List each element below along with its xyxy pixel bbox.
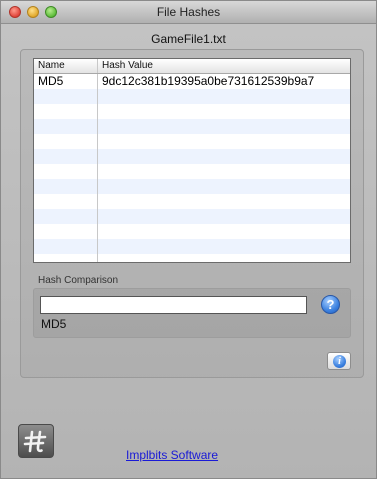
table-header: Name Hash Value (34, 59, 350, 74)
table-row[interactable] (34, 164, 350, 179)
help-icon[interactable]: ? (321, 295, 340, 314)
hash-logo-glyph (23, 430, 47, 453)
row-name-cell (34, 209, 98, 224)
table-row[interactable] (34, 224, 350, 239)
company-link[interactable]: Implbits Software (126, 448, 218, 462)
table-row[interactable] (34, 134, 350, 149)
row-hash-cell: 9dc12c381b19395a0be731612539b9a7 (102, 74, 315, 88)
row-hash-cell (98, 119, 350, 134)
row-name-cell (34, 224, 98, 239)
hash-table[interactable]: Name Hash Value MD5 9dc12c381b19395a0be73… (33, 58, 351, 263)
row-name-cell: MD5 (34, 74, 98, 89)
row-hash-cell (98, 254, 350, 262)
row-name-cell (34, 194, 98, 209)
row-hash-cell (98, 179, 350, 194)
table-row[interactable] (34, 104, 350, 119)
info-button[interactable]: i (327, 352, 351, 370)
table-row[interactable] (34, 119, 350, 134)
row-name-cell (34, 179, 98, 194)
row-hash-cell (98, 104, 350, 119)
info-icon: i (333, 355, 346, 368)
file-name-label: GameFile1.txt (151, 32, 226, 46)
hash-comparison-label: Hash Comparison (38, 275, 119, 286)
table-body: MD5 9dc12c381b19395a0be731612539b9a7 (34, 74, 350, 262)
row-name-cell (34, 119, 98, 134)
table-row[interactable] (34, 254, 350, 262)
row-hash-cell (98, 194, 350, 209)
file-hashes-window: File Hashes GameFile1.txt Name Hash Valu… (0, 0, 377, 479)
row-hash-cell (98, 89, 350, 104)
row-name-cell (34, 134, 98, 149)
table-row[interactable] (34, 209, 350, 224)
table-row[interactable] (34, 179, 350, 194)
row-hash-cell (98, 164, 350, 179)
table-row[interactable]: MD5 9dc12c381b19395a0be731612539b9a7 (34, 74, 350, 89)
row-name-cell (34, 164, 98, 179)
row-hash-cell (98, 134, 350, 149)
row-hash-cell (98, 209, 350, 224)
row-hash-cell (98, 239, 350, 254)
row-hash-cell (98, 224, 350, 239)
title-bar[interactable]: File Hashes (1, 1, 376, 24)
row-name-cell (34, 254, 98, 262)
hash-comparison-input[interactable] (40, 296, 307, 314)
window-title: File Hashes (156, 5, 221, 19)
row-name-cell (34, 104, 98, 119)
column-header-name[interactable]: Name (34, 59, 98, 73)
table-row[interactable] (34, 89, 350, 104)
table-row[interactable] (34, 194, 350, 209)
table-row[interactable] (34, 239, 350, 254)
table-row[interactable] (34, 149, 350, 164)
comparison-algorithm-label: MD5 (41, 317, 67, 331)
row-hash-cell (98, 149, 350, 164)
row-name-cell (34, 239, 98, 254)
column-header-hash[interactable]: Hash Value (98, 59, 350, 73)
app-logo-icon[interactable] (18, 424, 54, 458)
row-name-cell (34, 89, 98, 104)
row-name-cell (34, 149, 98, 164)
